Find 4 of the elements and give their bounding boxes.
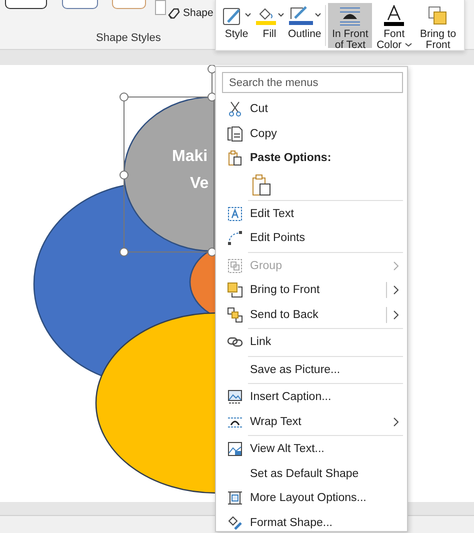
shape-text: Ve — [190, 175, 209, 192]
menu-section-header: Paste Options: — [250, 152, 332, 164]
group-label: Shape Styles — [96, 32, 161, 44]
shape-text: Maki — [172, 148, 208, 165]
